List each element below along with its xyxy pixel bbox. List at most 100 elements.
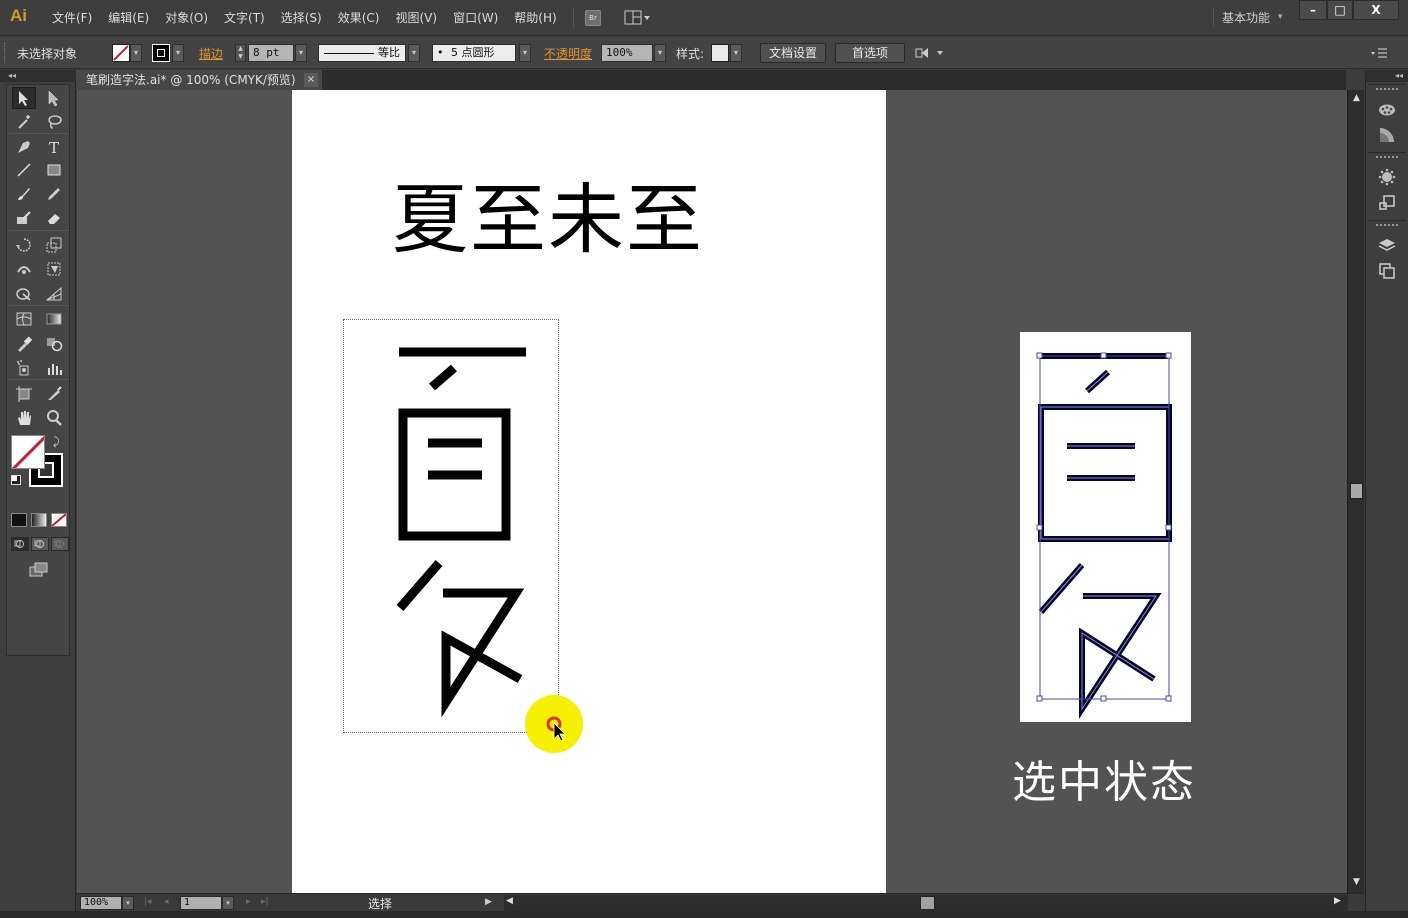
perspective-grid-tool[interactable] xyxy=(42,283,66,305)
dock-grip[interactable] xyxy=(1376,156,1398,161)
artboard-number-field[interactable]: 1 xyxy=(180,896,222,910)
preferences-button[interactable]: 首选项 xyxy=(835,43,905,63)
document-tab[interactable]: 笔刷造字法.ai* @ 100% (CMYK/预览) × xyxy=(76,70,322,90)
glyph-stroke-left-slash[interactable] xyxy=(396,560,443,611)
symbols-panel-button[interactable] xyxy=(1368,164,1406,190)
glyph-stroke-dot[interactable] xyxy=(429,364,457,391)
scroll-right-button[interactable]: ▶ xyxy=(1334,896,1341,906)
line-segment-tool[interactable] xyxy=(12,159,36,181)
direct-selection-tool[interactable] xyxy=(42,87,66,109)
gradient-button[interactable] xyxy=(31,513,47,527)
close-window-button[interactable]: X xyxy=(1353,0,1399,20)
lasso-tool[interactable] xyxy=(42,111,66,133)
pencil-tool[interactable] xyxy=(42,183,66,205)
canvas-area[interactable]: 夏至未至 选中状态 xyxy=(77,90,1347,893)
magic-wand-tool[interactable] xyxy=(12,111,36,133)
bridge-button[interactable]: Br xyxy=(585,10,601,26)
first-artboard-button[interactable]: |◂ xyxy=(144,897,152,907)
artboard-tool[interactable] xyxy=(12,383,36,405)
opacity-field[interactable]: 100% xyxy=(601,44,653,62)
color-panel-button[interactable] xyxy=(1368,96,1406,122)
scroll-down-button[interactable]: ▼ xyxy=(1348,877,1365,887)
stroke-weight-dropdown[interactable]: ▾ xyxy=(295,44,307,62)
fill-dropdown[interactable]: ▾ xyxy=(130,44,142,62)
arrange-documents-button[interactable] xyxy=(624,10,654,26)
artboard-dropdown[interactable]: ▾ xyxy=(222,896,234,910)
transform-panel-button[interactable] xyxy=(1368,190,1406,216)
minimize-button[interactable]: – xyxy=(1299,0,1327,20)
brush-glyph-artwork[interactable] xyxy=(382,340,542,720)
free-transform-tool[interactable] xyxy=(42,258,66,280)
toolbox-collapse-button[interactable]: ◂◂ xyxy=(0,70,76,82)
brush-definition[interactable]: • 5 点圆形 xyxy=(432,44,516,62)
dock-grip[interactable] xyxy=(1376,88,1398,93)
gradient-tool[interactable] xyxy=(42,308,66,330)
opacity-dropdown[interactable]: ▾ xyxy=(654,44,666,62)
graphic-style-swatch[interactable] xyxy=(711,44,729,62)
menu-object[interactable]: 对象(O) xyxy=(157,10,216,26)
close-tab-button[interactable]: × xyxy=(304,73,318,87)
swap-fill-stroke-icon[interactable]: ⤸ xyxy=(53,435,60,449)
stroke-swatch[interactable] xyxy=(152,44,170,62)
brush-dropdown[interactable]: ▾ xyxy=(519,44,531,62)
rotate-tool[interactable] xyxy=(12,234,36,256)
slice-tool[interactable] xyxy=(42,383,66,405)
draw-inside-button[interactable] xyxy=(51,537,69,551)
pen-tool[interactable] xyxy=(12,136,36,158)
stroke-weight-field[interactable]: 8 pt xyxy=(248,44,294,62)
panel-menu-button[interactable] xyxy=(1371,47,1389,59)
color-button[interactable] xyxy=(11,513,27,527)
next-artboard-button[interactable]: ▸ xyxy=(246,897,251,907)
stroke-label-link[interactable]: 描边 xyxy=(199,45,223,62)
stroke-dropdown[interactable]: ▾ xyxy=(172,44,184,62)
hand-tool[interactable] xyxy=(12,407,36,429)
glyph-stroke-crossing[interactable] xyxy=(441,588,525,718)
status-menu-button[interactable]: ▶ xyxy=(485,897,492,907)
maximize-button[interactable]: □ xyxy=(1327,0,1353,20)
blob-brush-tool[interactable] xyxy=(12,207,36,229)
fill-swatch[interactable] xyxy=(112,44,130,62)
menu-effect[interactable]: 效果(C) xyxy=(330,10,388,26)
zoom-level-field[interactable]: 100% xyxy=(80,896,122,910)
draw-behind-button[interactable] xyxy=(31,537,49,551)
vertical-scroll-thumb[interactable] xyxy=(1350,483,1363,499)
menu-edit[interactable]: 编辑(E) xyxy=(100,10,157,26)
opacity-label-link[interactable]: 不透明度 xyxy=(544,45,592,62)
color-guide-panel-button[interactable] xyxy=(1368,122,1406,148)
change-screen-mode-button[interactable] xyxy=(27,561,51,579)
shape-builder-tool[interactable] xyxy=(12,283,36,305)
stroke-weight-stepper[interactable]: ▲ ▼ xyxy=(235,44,246,62)
mesh-tool[interactable] xyxy=(12,308,36,330)
workspace-switcher[interactable]: 基本功能 ▾ xyxy=(1213,8,1283,26)
horizontal-scroll-thumb[interactable] xyxy=(920,896,935,910)
menu-select[interactable]: 选择(S) xyxy=(273,10,330,26)
selection-tool[interactable] xyxy=(12,87,36,109)
layers-panel-button[interactable] xyxy=(1368,232,1406,258)
eraser-tool[interactable] xyxy=(42,207,66,229)
blend-tool[interactable] xyxy=(42,333,66,355)
artboard[interactable]: 夏至未至 xyxy=(292,90,886,893)
dock-collapse-button[interactable]: ◂◂ xyxy=(1366,70,1408,82)
dock-grip[interactable] xyxy=(1376,224,1398,229)
zoom-dropdown[interactable]: ▾ xyxy=(122,896,134,910)
style-dropdown[interactable]: ▾ xyxy=(730,44,742,62)
horizontal-scrollbar[interactable]: ◀ ▶ xyxy=(504,895,1348,911)
variable-width-profile[interactable]: 等比 xyxy=(318,44,406,62)
scroll-up-button[interactable]: ▲ xyxy=(1348,93,1365,103)
last-artboard-button[interactable]: ▸| xyxy=(261,897,269,907)
rectangle-tool[interactable] xyxy=(42,159,66,181)
default-fill-stroke-icon[interactable] xyxy=(11,475,21,485)
paintbrush-tool[interactable] xyxy=(12,183,36,205)
previous-artboard-button[interactable]: ◂ xyxy=(164,897,169,907)
align-options-button[interactable] xyxy=(914,45,946,61)
zoom-tool[interactable] xyxy=(42,407,66,429)
column-graph-tool[interactable] xyxy=(42,357,66,379)
vertical-scrollbar[interactable]: ▲ ▼ xyxy=(1347,90,1364,893)
draw-normal-button[interactable] xyxy=(11,537,29,551)
scroll-left-button[interactable]: ◀ xyxy=(506,896,513,906)
none-button[interactable] xyxy=(51,513,67,527)
symbol-sprayer-tool[interactable] xyxy=(12,357,36,379)
menu-type[interactable]: 文字(T) xyxy=(216,10,273,26)
menu-window[interactable]: 窗口(W) xyxy=(445,10,506,26)
headline-text[interactable]: 夏至未至 xyxy=(392,158,704,268)
